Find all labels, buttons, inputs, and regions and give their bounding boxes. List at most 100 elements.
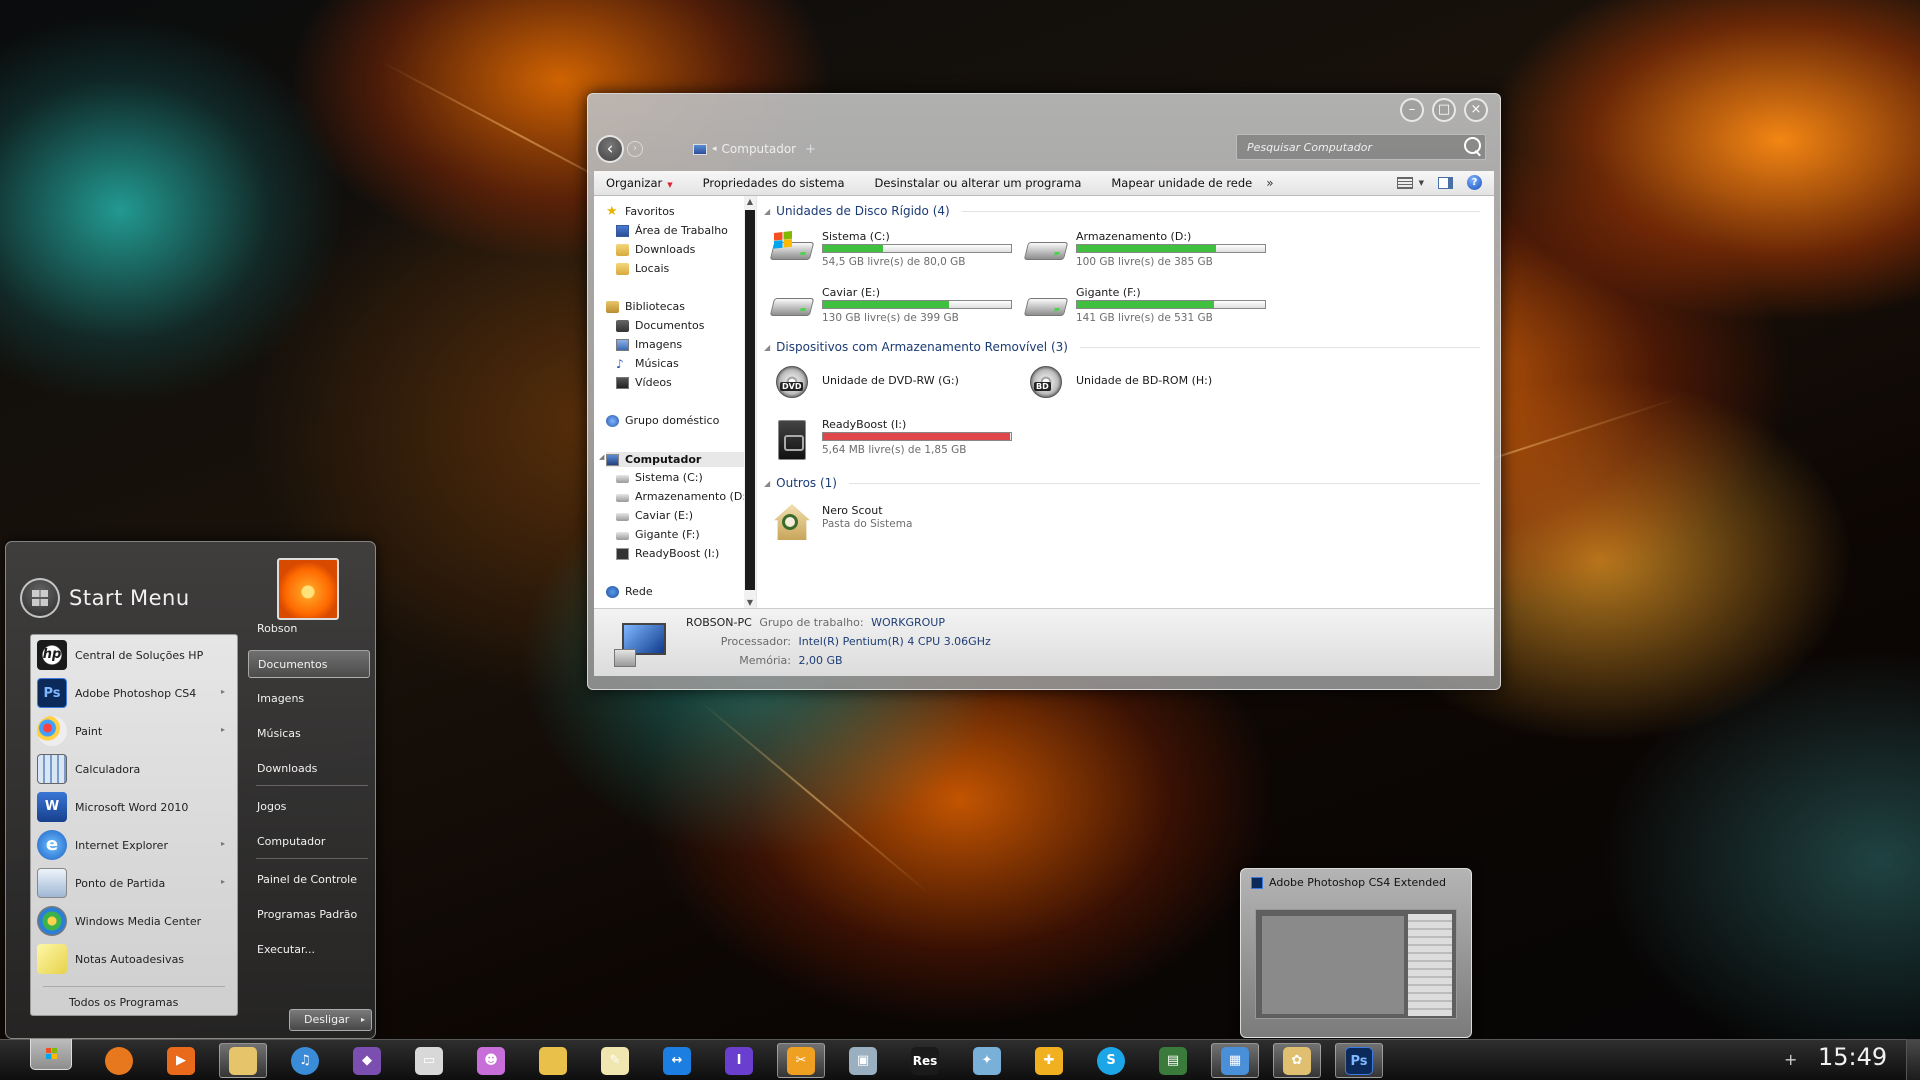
taskbar-item[interactable]: ◆ — [343, 1043, 391, 1078]
nav-network[interactable]: Rede — [606, 585, 653, 598]
program-item[interactable]: Windows Media Center — [37, 905, 233, 937]
breadcrumb-location[interactable]: Computador — [722, 142, 797, 156]
start-button[interactable] — [30, 1039, 72, 1070]
taskbar-item[interactable]: ✦ — [963, 1043, 1011, 1078]
drive-c[interactable]: Sistema (C:) 54,5 GB livre(s) de 80,0 GB — [769, 228, 1020, 272]
taskbar-item[interactable] — [95, 1043, 143, 1078]
uninstall-program-button[interactable]: Desinstalar ou alterar um programa — [875, 176, 1082, 190]
system-properties-button[interactable]: Propriedades do sistema — [703, 176, 845, 190]
program-item[interactable]: Notas Autoadesivas — [37, 943, 233, 975]
drive-readyboost[interactable]: ReadyBoost (I:) 5,64 MB livre(s) de 1,85… — [770, 416, 1020, 460]
forward-button[interactable]: › — [627, 141, 643, 157]
scroll-up-icon[interactable]: ▲ — [744, 197, 756, 206]
nav-drive-e[interactable]: Caviar (E:) — [616, 509, 693, 522]
scroll-down-icon[interactable]: ▼ — [744, 598, 756, 607]
nav-scrollbar[interactable]: ▲ ▼ — [744, 196, 756, 608]
map-network-drive-button[interactable]: Mapear unidade de rede — [1111, 176, 1252, 190]
close-button[interactable]: × — [1464, 98, 1488, 122]
nav-places[interactable]: Locais — [616, 262, 669, 275]
show-hidden-icons-button[interactable]: + — [1784, 1050, 1797, 1069]
taskbar-item[interactable]: ↔ — [653, 1043, 701, 1078]
start-computer-link[interactable]: Computador — [248, 828, 370, 856]
start-games-link[interactable]: Jogos — [248, 793, 370, 821]
taskbar-item[interactable]: ✿ — [1273, 1043, 1321, 1078]
taskbar-clock[interactable]: 15:49 — [1818, 1043, 1887, 1071]
taskbar-item[interactable]: ▶ — [157, 1043, 205, 1078]
nav-favorites[interactable]: ★ Favoritos — [606, 205, 675, 219]
program-item[interactable]: e Internet Explorer ▸ — [37, 829, 233, 861]
nav-drive-f[interactable]: Gigante (F:) — [616, 528, 700, 541]
change-view-icon[interactable] — [1396, 176, 1413, 189]
nav-pictures[interactable]: Imagens — [616, 338, 682, 351]
taskbar-item[interactable]: ♫ — [281, 1043, 329, 1078]
group-header-others[interactable]: ◢ Outros (1) — [764, 476, 1480, 490]
nav-videos[interactable]: Vídeos — [616, 376, 672, 389]
taskbar-item[interactable]: ▭ — [405, 1043, 453, 1078]
drive-d[interactable]: Armazenamento (D:) 100 GB livre(s) de 38… — [1023, 228, 1274, 272]
group-header-hdd[interactable]: ◢ Unidades de Disco Rígido (4) — [764, 204, 1480, 218]
start-downloads-link[interactable]: Downloads — [248, 755, 370, 783]
shutdown-button[interactable]: Desligar ▸ — [289, 1009, 372, 1031]
taskbar-item[interactable] — [529, 1043, 577, 1078]
nav-drive-d[interactable]: Armazenamento (D:) — [616, 490, 750, 503]
taskbar-item[interactable]: ▦ — [1211, 1043, 1259, 1078]
nav-desktop[interactable]: Área de Trabalho — [616, 224, 728, 237]
program-item[interactable]: Paint ▸ — [37, 715, 233, 747]
more-commands-button[interactable]: » — [1266, 176, 1273, 190]
nav-drive-c[interactable]: Sistema (C:) — [616, 471, 703, 484]
drive-f[interactable]: Gigante (F:) 141 GB livre(s) de 531 GB — [1023, 284, 1274, 328]
breadcrumb-add-icon[interactable]: + — [805, 142, 816, 157]
program-item[interactable]: Calculadora — [37, 753, 233, 785]
program-item[interactable]: hp Central de Soluções HP — [37, 639, 233, 671]
taskbar-item[interactable]: ▣ — [839, 1043, 887, 1078]
all-programs-button[interactable]: Todos os Programas — [69, 996, 178, 1009]
taskbar-item[interactable]: S — [1087, 1043, 1135, 1078]
taskbar-item[interactable]: ✂ — [777, 1043, 825, 1078]
drive-e[interactable]: Caviar (E:) 130 GB livre(s) de 399 GB — [769, 284, 1020, 328]
taskbar-item[interactable]: Res — [901, 1043, 949, 1078]
shutdown-options-icon[interactable]: ▸ — [361, 1010, 365, 1030]
taskbar-item[interactable]: ✚ — [1025, 1043, 1073, 1078]
taskbar-item[interactable]: Ps — [1335, 1043, 1383, 1078]
start-default-programs-link[interactable]: Programas Padrão — [248, 901, 370, 929]
preview-pane-icon[interactable] — [1438, 176, 1453, 189]
search-icon[interactable] — [1459, 134, 1485, 160]
group-header-removable[interactable]: ◢ Dispositivos com Armazenamento Removív… — [764, 340, 1480, 354]
nav-music[interactable]: ♪ Músicas — [616, 357, 679, 370]
nav-homegroup[interactable]: Grupo doméstico — [606, 414, 719, 427]
program-item[interactable]: Ps Adobe Photoshop CS4 ▸ — [37, 677, 233, 709]
nav-libraries[interactable]: Bibliotecas — [606, 300, 685, 313]
minimize-button[interactable]: – — [1400, 98, 1424, 122]
expand-arrow-icon[interactable]: ◢ — [599, 453, 604, 461]
organize-button[interactable]: Organizar ▼ — [606, 176, 673, 190]
program-item[interactable]: Ponto de Partida ▸ — [37, 867, 233, 899]
search-input[interactable] — [1237, 140, 1459, 154]
breadcrumb-arrow-icon[interactable]: ◂ — [712, 144, 717, 154]
start-music-link[interactable]: Músicas — [248, 720, 370, 748]
nav-computer[interactable]: Computador — [606, 452, 745, 467]
taskbar-thumbnail-preview[interactable]: Adobe Photoshop CS4 Extended — [1240, 868, 1472, 1038]
start-pictures-link[interactable]: Imagens — [248, 685, 370, 713]
maximize-button[interactable]: □ — [1432, 98, 1456, 122]
start-user-link[interactable]: Robson — [248, 615, 370, 643]
nero-scout-item[interactable]: Nero Scout Pasta do Sistema — [770, 498, 1020, 542]
drive-dvd[interactable]: DVD Unidade de DVD-RW (G:) — [770, 360, 1020, 404]
taskbar-item[interactable]: ✎ — [591, 1043, 639, 1078]
taskbar-item[interactable]: ▤ — [1149, 1043, 1197, 1078]
breadcrumb[interactable]: ◂ Computador + — [693, 142, 816, 157]
start-run-link[interactable]: Executar... — [248, 936, 370, 964]
start-documents-link[interactable]: Documentos — [248, 650, 370, 678]
nav-downloads[interactable]: Downloads — [616, 243, 695, 256]
user-avatar[interactable] — [277, 558, 339, 620]
show-desktop-button[interactable] — [1906, 1039, 1920, 1080]
taskbar-item[interactable] — [219, 1043, 267, 1078]
back-button[interactable]: ‹ — [596, 135, 624, 163]
start-control-panel-link[interactable]: Painel de Controle — [248, 866, 370, 894]
help-icon[interactable]: ? — [1467, 175, 1482, 190]
taskbar-item[interactable]: ☻ — [467, 1043, 515, 1078]
nav-drive-i[interactable]: ReadyBoost (I:) — [616, 547, 719, 560]
chevron-down-icon[interactable]: ▼ — [1419, 179, 1424, 187]
program-item[interactable]: W Microsoft Word 2010 — [37, 791, 233, 823]
nav-documents[interactable]: Documentos — [616, 319, 704, 332]
drive-bd[interactable]: BD Unidade de BD-ROM (H:) — [1024, 360, 1274, 404]
